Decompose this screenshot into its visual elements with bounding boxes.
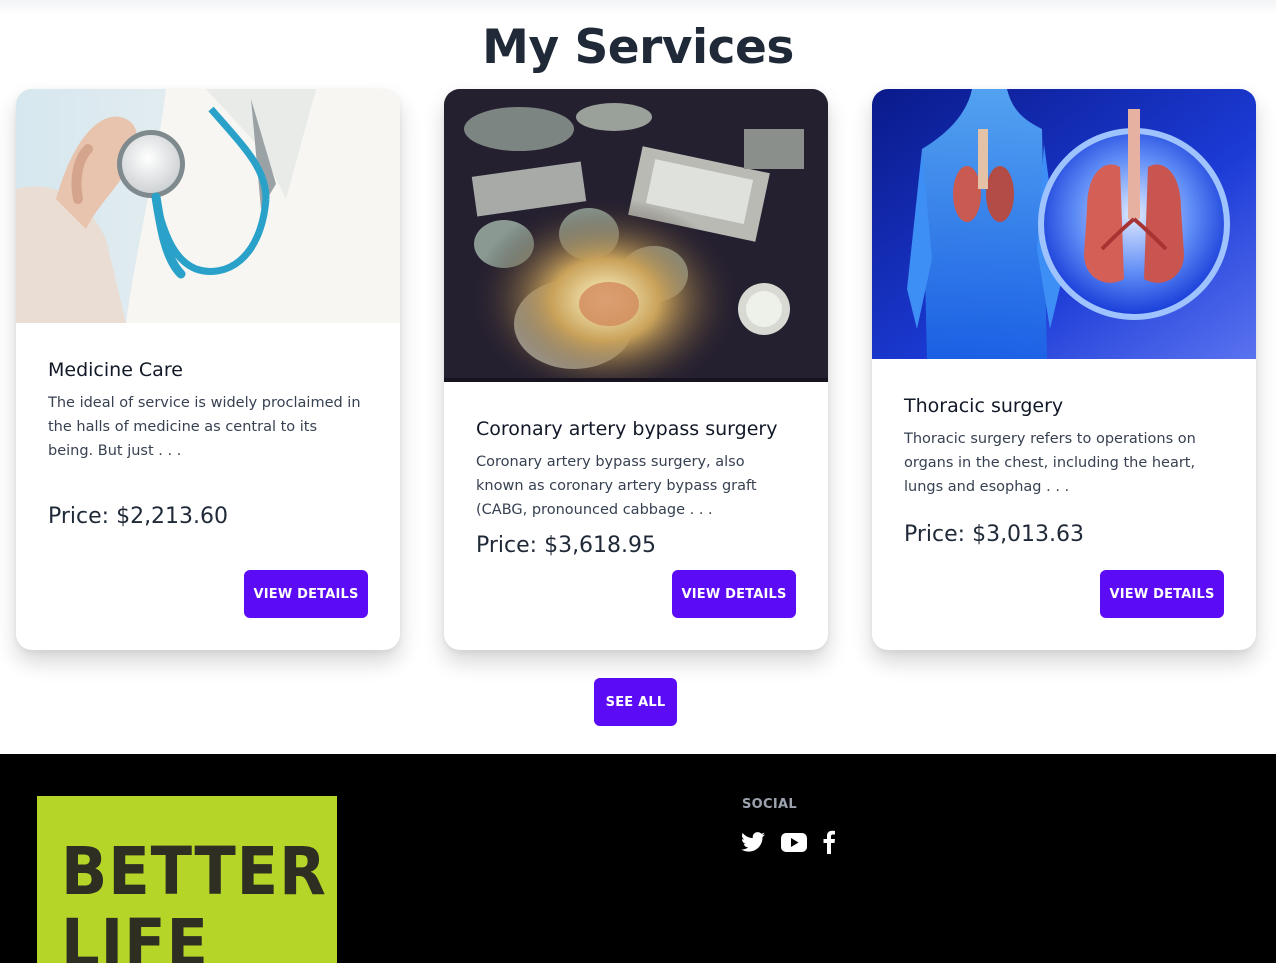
header-shadow [0,0,1276,14]
better-life-logo[interactable]: BETTER LIFE [37,796,337,963]
service-title: Medicine Care [48,359,183,381]
service-card: Thoracic surgery Thoracic surgery refers… [872,89,1256,650]
social-links [741,830,835,854]
service-image-coronary-bypass [444,89,828,382]
logo-text: BETTER LIFE [61,833,327,963]
see-all-button[interactable]: SEE ALL [594,678,677,726]
service-card: Coronary artery bypass surgery Coronary … [444,89,828,650]
view-details-button[interactable]: VIEW DETAILS [672,570,796,618]
view-details-button[interactable]: VIEW DETAILS [244,570,368,618]
view-details-button[interactable]: VIEW DETAILS [1100,570,1224,618]
service-description: Thoracic surgery refers to operations on… [904,431,1196,495]
service-description: The ideal of service is widely proclaime… [48,395,361,459]
footer: BETTER LIFE SOCIAL [0,754,1276,963]
section-title: My Services [482,20,794,75]
service-description: Coronary artery bypass surgery, also kno… [476,454,757,518]
service-card: Medicine Care The ideal of service is wi… [16,89,400,650]
social-title: SOCIAL [742,797,797,812]
service-title: Coronary artery bypass surgery [476,418,778,440]
service-title: Thoracic surgery [904,395,1064,417]
service-price: Price: $2,213.60 [48,504,229,529]
service-image-thoracic-surgery [872,89,1256,359]
service-price: Price: $3,618.95 [476,533,657,558]
service-image-medicine-care [16,89,400,323]
twitter-icon[interactable] [741,832,765,852]
service-price: Price: $3,013.63 [904,522,1085,547]
youtube-icon[interactable] [781,832,807,852]
facebook-icon[interactable] [823,830,835,854]
